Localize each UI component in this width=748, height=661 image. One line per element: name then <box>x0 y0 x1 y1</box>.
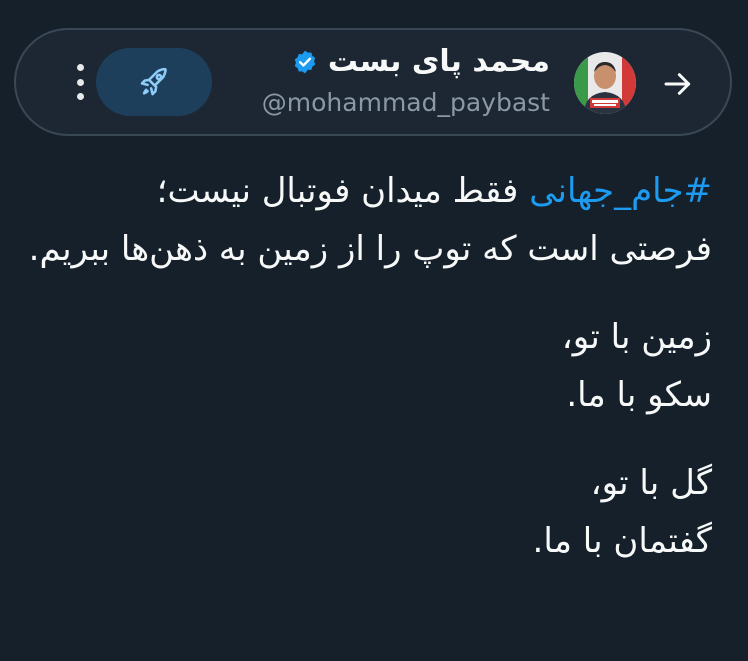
more-vertical-icon <box>76 64 84 71</box>
display-name: محمد پای بست <box>327 44 550 79</box>
profile-header-bar: محمد پای بست @mohammad_paybast <box>14 28 732 136</box>
avatar[interactable] <box>574 52 636 114</box>
user-identity[interactable]: محمد پای بست @mohammad_paybast <box>262 40 550 120</box>
hashtag-link[interactable]: #جام_جهانی <box>529 171 712 211</box>
tweet-paragraph: زمین با تو، سکو با ما. <box>22 308 712 424</box>
tweet-line: گفتمان با ما. <box>532 521 712 561</box>
tweet-line: زمین با تو، <box>561 317 712 357</box>
tweet-line: فرصتی است که توپ را از زمین به ذهن‌ها بب… <box>28 229 712 269</box>
tweet-text: #جام_جهانی فقط میدان فوتبال نیست؛ فرصتی … <box>22 162 712 600</box>
tweet-paragraph: #جام_جهانی فقط میدان فوتبال نیست؛ فرصتی … <box>22 162 712 278</box>
user-handle: @mohammad_paybast <box>261 88 550 117</box>
boost-button[interactable] <box>96 48 212 116</box>
more-dot <box>76 93 84 100</box>
tweet-line: سکو با ما. <box>566 375 712 415</box>
tweet-paragraph: گل با تو، گفتمان با ما. <box>22 454 712 570</box>
verified-badge-icon <box>292 49 318 75</box>
back-button[interactable] <box>658 64 698 104</box>
rocket-icon <box>140 67 167 96</box>
tweet-line: فقط میدان فوتبال نیست؛ <box>156 171 530 211</box>
arrow-right-icon <box>664 73 691 95</box>
tweet-line: گل با تو، <box>590 463 712 503</box>
more-options-button[interactable] <box>70 60 90 104</box>
more-dot <box>76 78 84 86</box>
name-row: محمد پای بست <box>262 40 550 84</box>
